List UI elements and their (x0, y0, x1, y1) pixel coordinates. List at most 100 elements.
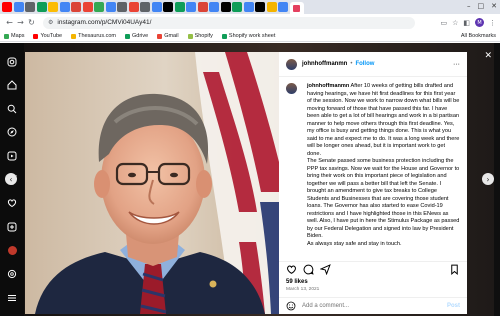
browser-tab[interactable] (48, 2, 58, 12)
bookmark-label: Gmail (164, 33, 179, 39)
bookmark-label: Maps (11, 33, 25, 39)
browser-tab[interactable] (36, 2, 47, 12)
extensions-icon[interactable]: ◧ (463, 19, 470, 27)
threads-icon[interactable] (6, 269, 18, 280)
post-caption: johnhoffmanmn After 10 weeks of getting … (279, 77, 467, 261)
notifications-heart-icon[interactable] (6, 198, 18, 209)
explore-icon[interactable] (6, 127, 18, 138)
browser-tab[interactable] (174, 2, 185, 12)
post-comment-button[interactable]: Post (447, 303, 460, 309)
emoji-icon[interactable] (286, 301, 296, 311)
post-actions (279, 261, 467, 277)
browser-tab[interactable] (140, 2, 150, 12)
browser-tab[interactable] (25, 2, 35, 12)
browser-tab[interactable] (266, 2, 277, 12)
bookmark-favicon-icon (124, 33, 130, 39)
bookmark-label: Shopify work sheet (228, 33, 276, 39)
profile-avatar[interactable]: M (475, 18, 484, 27)
bookmark-shopify[interactable]: Shopify (187, 33, 213, 39)
minimize-icon[interactable]: – (467, 2, 471, 10)
browser-tab[interactable] (94, 2, 104, 12)
back-icon[interactable]: ← (4, 18, 15, 27)
caption-username[interactable]: johnhoffmanmn (307, 83, 349, 89)
post-modal: johnhoffmanmn • Follow ··· johnhoffmanmn… (25, 52, 467, 314)
reels-icon[interactable] (6, 151, 18, 162)
cast-icon[interactable]: ▭ (440, 19, 447, 27)
hamburger-menu-icon[interactable] (6, 292, 18, 303)
bookmark-thesaurus-com[interactable]: Thesaurus.com (71, 33, 116, 39)
browser-tab[interactable] (163, 2, 173, 12)
forward-icon[interactable]: → (15, 18, 26, 27)
instagram-logo-icon[interactable] (6, 56, 18, 67)
browser-tab[interactable] (117, 2, 127, 12)
comment-input[interactable]: Add a comment... (302, 303, 349, 309)
like-count[interactable]: 59 likes (279, 277, 467, 285)
browser-tab[interactable] (59, 2, 70, 12)
address-bar-row: ← → ↻ ⚙ instagram.com/p/CMVi04UAy41/ ▭ ☆… (0, 14, 500, 31)
caption-text: johnhoffmanmn After 10 weeks of getting … (307, 83, 460, 248)
browser-tab[interactable] (151, 2, 162, 12)
bookmark-label: Thesaurus.com (78, 33, 116, 39)
browser-tab[interactable] (209, 2, 219, 12)
author-avatar[interactable] (286, 58, 297, 70)
post-date[interactable]: March 13, 2021 (279, 285, 467, 297)
save-bookmark-icon[interactable] (449, 264, 460, 275)
close-modal-icon[interactable]: ✕ (484, 51, 492, 61)
tab-instagram-active[interactable] (289, 2, 304, 14)
bookmark-label: Shopify (194, 33, 213, 39)
browser-tab[interactable] (220, 2, 231, 12)
post-photo (25, 52, 279, 314)
bookmark-youtube[interactable]: YouTube (33, 33, 62, 39)
browser-tab[interactable] (82, 2, 93, 12)
browser-tab[interactable] (105, 2, 116, 12)
share-icon[interactable] (320, 264, 331, 275)
bookmark-favicon-icon (187, 33, 193, 39)
search-icon[interactable] (6, 103, 18, 114)
site-info-icon[interactable]: ⚙ (48, 19, 53, 26)
comment-box: Add a comment... Post (279, 297, 467, 314)
tab-strip: – □ ✕ (0, 0, 500, 14)
author-username[interactable]: johnhoffmanmn (302, 61, 347, 67)
bookmark-star-icon[interactable]: ☆ (452, 19, 458, 27)
browser-tab[interactable] (232, 2, 242, 12)
separator-dot: • (350, 61, 353, 67)
previous-post-arrow-icon[interactable]: ‹ (5, 173, 17, 185)
browser-tab[interactable] (128, 2, 139, 12)
toolbar-right: ▭ ☆ ◧ M ⋮ (440, 18, 496, 27)
bookmark-maps[interactable]: Maps (4, 33, 24, 39)
window-controls: – □ ✕ (467, 2, 497, 10)
bookmark-favicon-icon (71, 33, 77, 39)
all-bookmarks[interactable]: All Bookmarks (461, 33, 496, 39)
more-options-icon[interactable]: ··· (453, 61, 460, 68)
browser-tab[interactable] (243, 2, 254, 12)
next-post-arrow-icon[interactable]: › (482, 173, 494, 185)
comment-icon[interactable] (303, 264, 314, 275)
close-window-icon[interactable]: ✕ (491, 2, 497, 10)
browser-tab[interactable] (186, 2, 196, 12)
bookmark-gdrive[interactable]: Gdrive (124, 33, 149, 39)
like-heart-icon[interactable] (286, 264, 297, 275)
reload-icon[interactable]: ↻ (26, 18, 37, 27)
bookmark-label: Gdrive (131, 33, 149, 39)
home-icon[interactable] (6, 80, 18, 91)
url-text: instagram.com/p/CMVi04UAy41/ (57, 19, 152, 26)
browser-tab[interactable] (2, 2, 12, 12)
profile-avatar-icon[interactable] (6, 245, 18, 256)
browser-tab[interactable] (255, 2, 265, 12)
bookmarks-bar: Maps YouTube Thesaurus.com Gdrive Gmail Shopi… (0, 31, 500, 42)
follow-button[interactable]: Follow (355, 61, 374, 67)
bookmark-gmail[interactable]: Gmail (157, 33, 179, 39)
maximize-icon[interactable]: □ (478, 2, 485, 10)
browser-tab[interactable] (278, 2, 288, 12)
bookmark-favicon-icon (33, 33, 39, 39)
caption-author-avatar[interactable] (286, 83, 297, 94)
create-icon[interactable] (6, 221, 18, 232)
bookmark-shopify-work-sheet[interactable]: Shopify work sheet (221, 33, 276, 39)
browser-tab[interactable] (197, 2, 208, 12)
url-input[interactable]: ⚙ instagram.com/p/CMVi04UAy41/ (43, 16, 415, 29)
bookmark-favicon-icon (4, 33, 9, 39)
browser-tab[interactable] (13, 2, 24, 12)
menu-kebab-icon[interactable]: ⋮ (489, 19, 496, 27)
browser-tab[interactable] (71, 2, 81, 12)
bookmark-favicon-icon (157, 33, 163, 39)
